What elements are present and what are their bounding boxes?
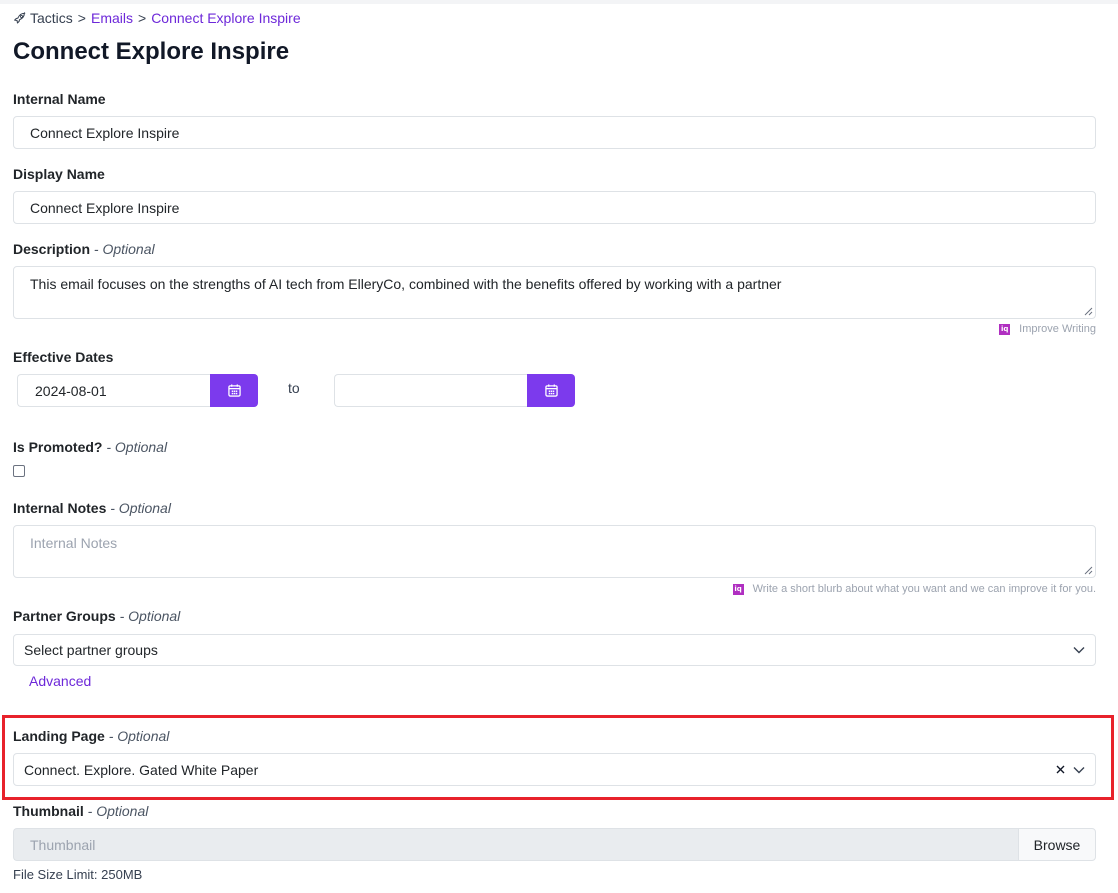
end-date-picker-button[interactable]: [527, 374, 575, 407]
resize-handle-icon[interactable]: [1083, 565, 1093, 575]
end-date-input[interactable]: [334, 374, 527, 407]
iq-icon: iq: [732, 583, 744, 595]
chevron-down-icon: [1073, 647, 1085, 654]
partner-groups-select[interactable]: Select partner groups: [13, 634, 1096, 666]
calendar-icon: [544, 384, 558, 397]
is-promoted-checkbox[interactable]: [13, 465, 25, 477]
page-title: Connect Explore Inspire: [13, 38, 290, 65]
date-range-separator: to: [288, 380, 300, 396]
display-name-label: Display Name: [13, 166, 105, 182]
is-promoted-label: Is Promoted? - Optional: [13, 439, 168, 455]
resize-handle-icon[interactable]: [1083, 306, 1093, 316]
internal-name-label: Internal Name: [13, 91, 106, 107]
breadcrumb-emails[interactable]: Emails: [91, 10, 133, 26]
thumbnail-placeholder: Thumbnail: [30, 836, 96, 853]
start-date-value: 2024-08-01: [35, 382, 107, 399]
description-textarea[interactable]: This email focuses on the strengths of A…: [13, 266, 1096, 319]
partner-groups-label: Partner Groups - Optional: [13, 608, 181, 624]
thumbnail-label: Thumbnail - Optional: [13, 803, 149, 819]
display-name-input[interactable]: Connect Explore Inspire: [13, 191, 1096, 224]
improve-notes-text: Write a short blurb about what you want …: [752, 583, 1096, 595]
improve-writing-text: Improve Writing: [1019, 323, 1096, 335]
effective-dates-label: Effective Dates: [13, 349, 114, 365]
description-label: Description - Optional: [13, 241, 155, 257]
breadcrumb: Tactics > Emails > Connect Explore Inspi…: [13, 10, 301, 26]
thumbnail-file-row: Thumbnail Browse: [13, 828, 1096, 861]
landing-page-label: Landing Page - Optional: [13, 728, 170, 744]
internal-notes-label: Internal Notes - Optional: [13, 500, 171, 516]
start-date-input[interactable]: 2024-08-01: [17, 374, 210, 407]
rocket-icon: [14, 11, 26, 23]
start-date-group: 2024-08-01: [17, 374, 258, 407]
calendar-icon: [227, 384, 241, 397]
partner-groups-placeholder: Select partner groups: [24, 642, 158, 658]
breadcrumb-separator: >: [77, 10, 86, 26]
chevron-down-icon: [1073, 766, 1085, 773]
internal-name-input[interactable]: Connect Explore Inspire: [13, 116, 1096, 149]
iq-icon: iq: [999, 323, 1011, 335]
breadcrumb-current[interactable]: Connect Explore Inspire: [151, 10, 300, 26]
display-name-value: Connect Explore Inspire: [30, 199, 180, 216]
file-size-limit: File Size Limit: 250MB: [13, 867, 143, 882]
improve-notes-helper[interactable]: iq Write a short blurb about what you wa…: [732, 583, 1096, 595]
description-value: This email focuses on the strengths of A…: [30, 276, 782, 292]
top-bar: [0, 0, 1118, 4]
clear-icon[interactable]: [1056, 765, 1065, 774]
breadcrumb-separator: >: [138, 10, 147, 26]
start-date-picker-button[interactable]: [210, 374, 258, 407]
improve-writing-link[interactable]: iq Improve Writing: [999, 323, 1096, 335]
internal-notes-placeholder: Internal Notes: [30, 535, 118, 551]
browse-button[interactable]: Browse: [1018, 828, 1096, 861]
end-date-group: [334, 374, 575, 407]
internal-notes-textarea[interactable]: Internal Notes: [13, 525, 1096, 578]
landing-page-select[interactable]: Connect. Explore. Gated White Paper: [13, 753, 1096, 786]
breadcrumb-tactics[interactable]: Tactics: [30, 10, 73, 26]
landing-page-value: Connect. Explore. Gated White Paper: [24, 761, 259, 778]
thumbnail-input[interactable]: Thumbnail: [13, 828, 1018, 861]
advanced-link[interactable]: Advanced: [29, 673, 91, 689]
internal-name-value: Connect Explore Inspire: [30, 124, 180, 141]
